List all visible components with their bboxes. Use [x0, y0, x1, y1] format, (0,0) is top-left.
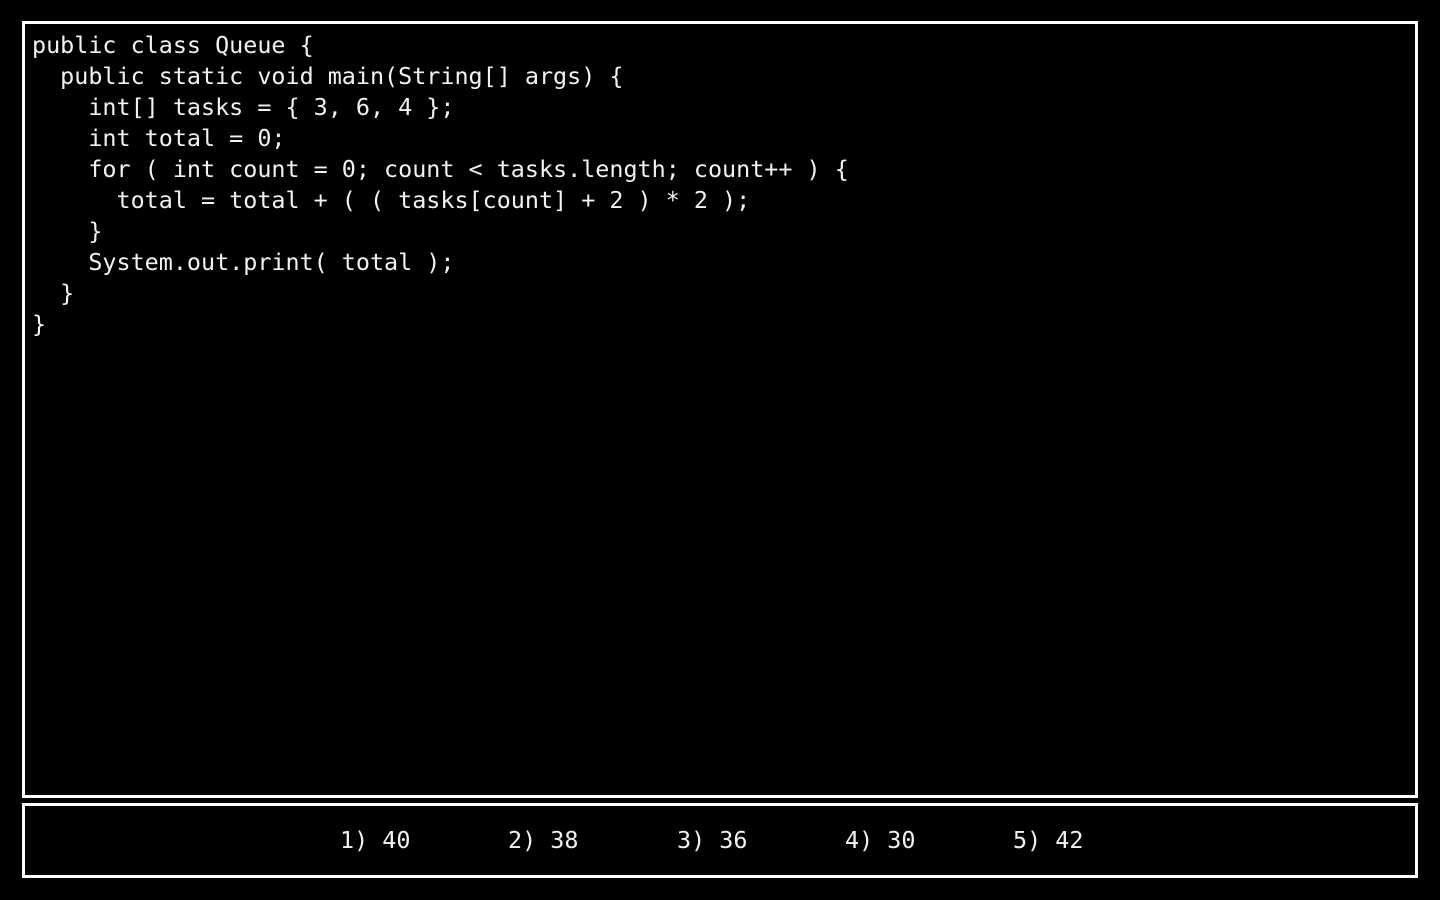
code-line: public static void main(String[] args) {: [32, 62, 624, 90]
code-line: int[] tasks = { 3, 6, 4 };: [32, 93, 455, 121]
code-line: System.out.print( total );: [32, 248, 455, 276]
screen: public class Queue { public static void …: [0, 0, 1440, 900]
answer-option-4[interactable]: 4) 30: [845, 825, 915, 856]
code-line: total = total + ( ( tasks[count] + 2 ) *…: [32, 186, 751, 214]
answer-option-2[interactable]: 2) 38: [508, 825, 578, 856]
answer-option-3[interactable]: 3) 36: [677, 825, 747, 856]
code-line: }: [32, 217, 103, 245]
code-line: int total = 0;: [32, 124, 286, 152]
code-line: }: [32, 279, 75, 307]
answer-options-row: 1) 40 2) 38 3) 36 4) 30 5) 42: [25, 806, 1415, 875]
code-line: }: [32, 310, 47, 338]
code-line: public class Queue {: [32, 31, 314, 59]
code-line: for ( int count = 0; count < tasks.lengt…: [32, 155, 849, 183]
answer-option-1[interactable]: 1) 40: [340, 825, 410, 856]
answer-options-panel: 1) 40 2) 38 3) 36 4) 30 5) 42: [22, 803, 1418, 878]
answer-option-5[interactable]: 5) 42: [1013, 825, 1083, 856]
code-block: public class Queue { public static void …: [32, 30, 849, 340]
code-panel: public class Queue { public static void …: [22, 21, 1418, 798]
